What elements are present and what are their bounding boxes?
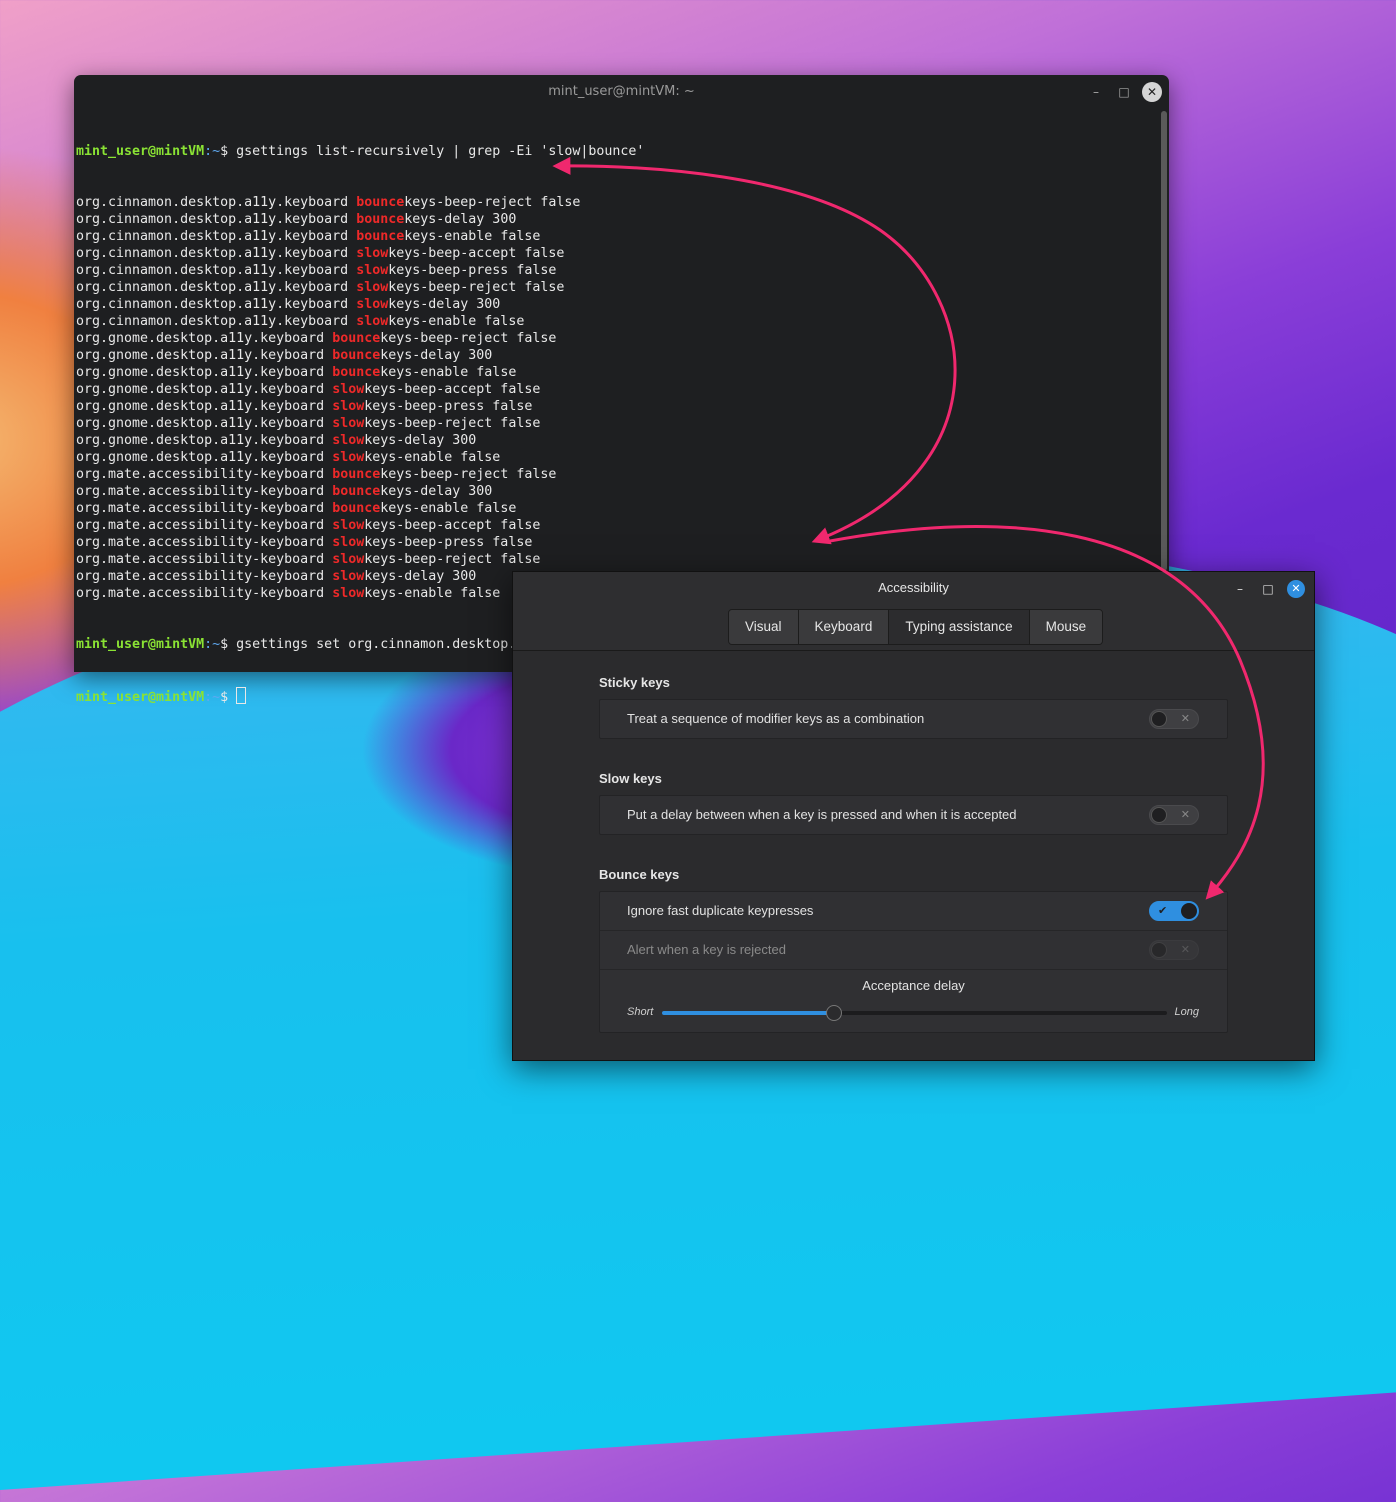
arrow-to-toggle [829,525,1265,900]
arrow-terminal-link [552,156,957,545]
annotation-arrows [552,156,1265,900]
